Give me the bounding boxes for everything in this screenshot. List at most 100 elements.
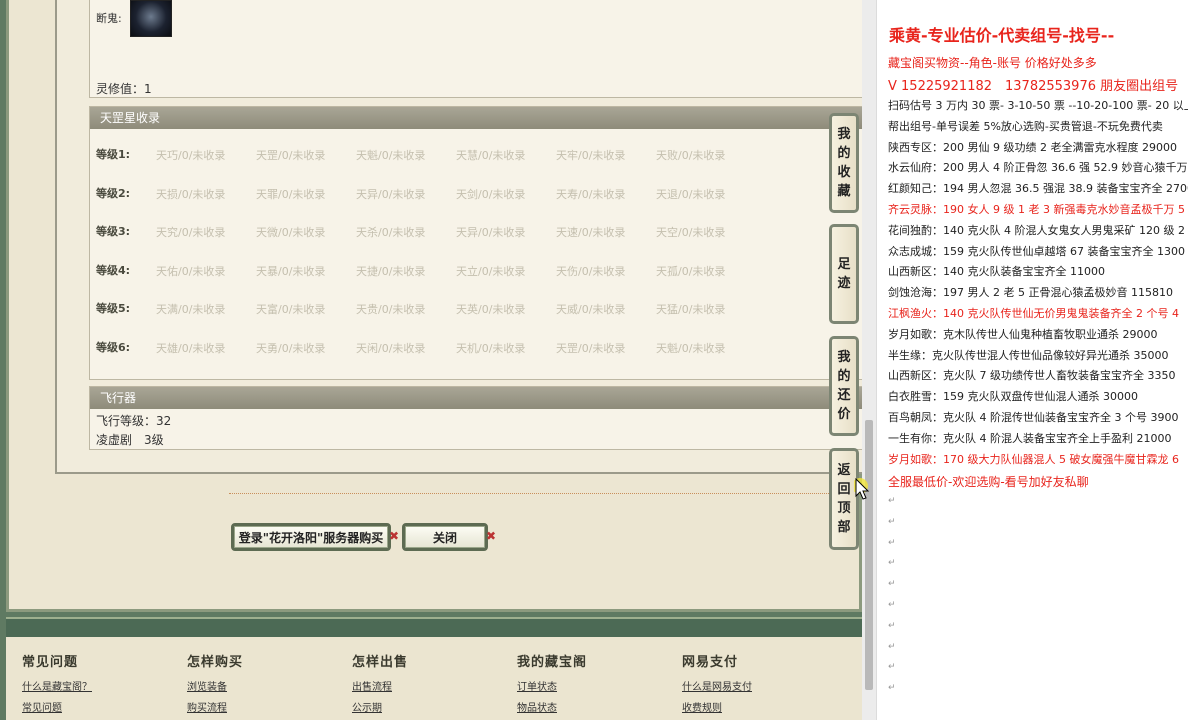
footer-column-title: 我的藏宝阁	[517, 655, 588, 670]
tiangang-cell: 天寿/0/未收录	[556, 187, 626, 201]
level-label: 等级2:	[96, 186, 131, 200]
doc-listing-line: 陕西专区：200 男仙 9 级功绩 2 老全满雷克水程度 29000	[888, 140, 1177, 154]
doc-listing-line: 齐云灵脉：190 女人 9 级 1 老 3 新强毒克水妙音孟极千万 5	[888, 203, 1185, 216]
aircraft-section: 飞行器 飞行等级：32 凌虚剧 3级	[89, 386, 862, 450]
tab-char: 部	[837, 520, 851, 535]
page-frame: 断鬼: 灵修值：1 天罡星收录 等级1: 天巧/0/未收录 天罡/0/未收录 天魁/0…	[6, 0, 862, 612]
tiangang-cell: 天猛/0/未收录	[656, 303, 726, 317]
my-bargain-tab[interactable]: 我的还价	[829, 336, 859, 436]
tab-char: 还	[837, 388, 851, 403]
footer-column-title: 怎样出售	[352, 655, 409, 670]
aircraft-header: 飞行器	[90, 387, 862, 409]
footer-link[interactable]: 物品状态	[517, 699, 587, 714]
tab-char: 价	[837, 407, 851, 422]
tiangang-cell: 天魁/0/未收录	[356, 149, 426, 162]
doc-listing-line: 花间独酌：140 克火队 4 阶混人女鬼女人男鬼采矿 120 级 2	[888, 223, 1185, 237]
doc-title: 乘黄-专业估价-代卖组号-找号--	[889, 26, 1115, 45]
tiangang-cell: 天速/0/未收录	[556, 226, 626, 240]
doc-footer-line: 全服最低价-欢迎选购-看号加好友私聊	[888, 475, 1089, 489]
scrollbar-thumb[interactable]	[865, 420, 873, 690]
tiangang-cell: 天暴/0/未收录	[256, 264, 326, 278]
tab-char: 我	[837, 127, 851, 142]
footer-link[interactable]: 订单状态	[517, 678, 587, 693]
paragraph-mark-icon: ↵	[888, 558, 896, 569]
footer-link[interactable]: 收费规则	[682, 699, 752, 714]
tiangang-cell: 天巧/0/未收录	[156, 149, 226, 162]
footer-link[interactable]: 什么是网易支付	[682, 678, 752, 693]
doc-listing-line: 百鸟朝凤：克火队 4 阶混传世仙装备宝宝齐全 3 个号 3900	[888, 411, 1179, 424]
tiangang-cell: 天佑/0/未收录	[156, 264, 226, 278]
my-favorites-tab[interactable]: 我的收藏	[829, 113, 859, 213]
tiangang-header: 天罡星收录	[90, 107, 862, 129]
tab-char: 收	[837, 165, 851, 180]
level-label: 等级5:	[96, 302, 131, 316]
tab-char: 顶	[837, 501, 851, 516]
tiangang-cell: 天异/0/未收录	[456, 226, 526, 240]
doc-listing-line: 扫码估号 3 万内 30 票- 3-10-50 票 --10-20-100 票-…	[888, 99, 1188, 112]
tab-char: 我	[837, 350, 851, 365]
tiangang-cell: 天败/0/未收录	[656, 149, 726, 162]
footprint-tab[interactable]: 足迹	[829, 224, 859, 324]
level-row: 等级2: 天损/0/未收录 天罪/0/未收录 天异/0/未收录 天剑/0/未收录 天寿/0…	[96, 185, 856, 203]
close-button[interactable]: 关闭	[402, 523, 488, 551]
tiangang-cell: 天贵/0/未收录	[356, 303, 426, 317]
login-buy-button[interactable]: 登录"花开洛阳"服务器购买	[231, 523, 391, 551]
footer-link[interactable]: 购买流程	[187, 699, 243, 714]
word-document: 乘黄-专业估价-代卖组号-找号-- 藏宝阁买物资--角色-账号 价格好处多多 V…	[876, 0, 1188, 720]
footer-link[interactable]: 出售流程	[352, 678, 408, 693]
doc-listing-line: 红颜知己：194 男人忽混 36.5 强混 38.9 装备宝宝齐全 2700	[888, 182, 1188, 196]
mouse-cursor-icon	[854, 478, 870, 500]
doc-listing-line: 半生缘：克火队传世混人传世仙品像较好异光通杀 35000	[888, 348, 1169, 362]
close-x-icon: ✖	[486, 529, 497, 543]
tiangang-cell: 天勇/0/未收录	[256, 342, 326, 355]
tiangang-cell: 天异/0/未收录	[356, 187, 426, 201]
doc-listing-line: 江枫渔火：140 克火队传世仙无价男鬼鬼装备齐全 2 个号 4	[888, 307, 1179, 320]
paragraph-mark-icon: ↵	[888, 662, 896, 673]
tiangang-cell: 天孤/0/未收录	[656, 264, 726, 278]
paragraph-mark-icon: ↵	[888, 579, 896, 590]
level-row: 等级5: 天满/0/未收录 天富/0/未收录 天贵/0/未收录 天英/0/未收录 天威/0…	[96, 300, 856, 318]
paragraph-mark-icon: ↵	[888, 496, 896, 506]
footer-column-title: 怎样购买	[187, 655, 244, 670]
tiangang-cell: 天牢/0/未收录	[556, 149, 626, 162]
tab-char: 的	[837, 369, 851, 384]
role-detail-panel: 断鬼: 灵修值：1 天罡星收录 等级1: 天巧/0/未收录 天罡/0/未收录 天魁/0…	[55, 0, 862, 474]
footer-link[interactable]: 什么是藏宝阁？	[22, 678, 92, 693]
pet-label: 断鬼:	[96, 12, 122, 25]
tiangang-cell: 天罡/0/未收录	[256, 149, 326, 162]
footer-column: 常见问题 什么是藏宝阁？ 常见问题	[22, 651, 92, 714]
game-page: 断鬼: 灵修值：1 天罡星收录 等级1: 天巧/0/未收录 天罡/0/未收录 天魁/0…	[0, 0, 862, 720]
page-scrollbar[interactable]	[862, 0, 876, 720]
footer-column-title: 常见问题	[22, 655, 79, 670]
lingxiu-value: 灵修值：1	[96, 82, 152, 96]
paragraph-mark-icon: ↵	[888, 600, 896, 610]
paragraph-mark-icon: ↵	[888, 683, 896, 694]
level-label: 等级1:	[96, 148, 131, 161]
doc-subtitle-1: 藏宝阁买物资--角色-账号 价格好处多多	[888, 56, 1097, 70]
tab-char: 返	[837, 463, 851, 478]
footer-link[interactable]: 常见问题	[22, 699, 92, 714]
footer-link[interactable]: 浏览装备	[187, 678, 243, 693]
tab-char: 回	[837, 482, 851, 497]
paragraph-mark-icon: ↵	[888, 641, 896, 652]
paragraph-mark-icon: ↵	[888, 537, 896, 548]
tab-char: 足	[837, 257, 851, 272]
tiangang-cell: 天退/0/未收录	[656, 187, 726, 201]
footer-column: 怎样购买浏览装备购买流程	[187, 651, 243, 714]
aircraft-level: 飞行等级：32	[96, 414, 172, 428]
level-row: 等级3: 天究/0/未收录 天微/0/未收录 天杀/0/未收录 天异/0/未收录 天速/0…	[96, 223, 856, 241]
site-footer: 常见问题 什么是藏宝阁？ 常见问题 怎样购买 浏览装备 购买流程 怎样出售 出售流程 公示期 我的…	[6, 637, 862, 720]
doc-listing-line: 岁月如歌：170 级大力队仙器混人 5 破女魔强牛魔甘霖龙 6	[888, 452, 1179, 466]
tiangang-cell: 天魁/0/未收录	[656, 342, 726, 355]
level-label: 等级6:	[96, 341, 131, 354]
pet-avatar[interactable]	[130, 0, 172, 37]
footer-link[interactable]: 公示期	[352, 699, 408, 714]
tiangang-cell: 天雄/0/未收录	[156, 342, 226, 355]
tiangang-cell: 天英/0/未收录	[456, 303, 526, 317]
tiangang-cell: 天捷/0/未收录	[356, 264, 426, 278]
footer-column: 怎样出售出售流程公示期	[352, 651, 408, 714]
doc-listing-line: 帮出组号-单号误差 5%放心选购-买贵管退-不玩免费代卖	[888, 119, 1163, 133]
tiangang-cell: 天剑/0/未收录	[456, 187, 526, 201]
tiangang-cell: 天闲/0/未收录	[356, 342, 426, 355]
tiangang-cell: 天慧/0/未收录	[456, 149, 526, 162]
